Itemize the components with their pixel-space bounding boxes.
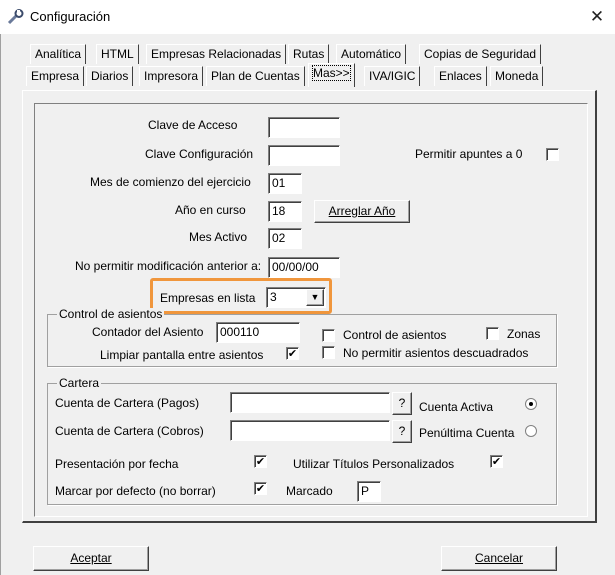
tab-empresas-relacionadas[interactable]: Empresas Relacionadas	[146, 44, 287, 64]
control-asientos-label: Control de asientos	[343, 328, 447, 342]
tab-label: Mas>>	[312, 65, 351, 81]
arreglar-anio-label: Arreglar Año	[328, 204, 396, 218]
tab-label: Analítica	[35, 47, 82, 61]
cuenta-activa-label: Cuenta Activa	[419, 400, 494, 414]
cancelar-button[interactable]: Cancelar	[441, 546, 557, 571]
tab-copias-seguridad[interactable]: Copias de Seguridad	[419, 44, 542, 64]
marcar-checkbox[interactable]: ✔	[254, 482, 267, 495]
contador-label: Contador del Asiento	[92, 325, 204, 339]
tab-impresora[interactable]: Impresora	[139, 66, 204, 86]
descuadrados-label: No permitir asientos descuadrados	[343, 346, 529, 360]
tab-label: Impresora	[144, 69, 199, 83]
titulos-checkbox[interactable]: ✔	[490, 455, 503, 468]
zonas-label: Zonas	[507, 327, 541, 341]
mes-activo-label: Mes Activo	[189, 230, 248, 244]
tab-automatico[interactable]: Automático	[336, 44, 407, 64]
arreglar-anio-button[interactable]: Arreglar Año	[314, 200, 410, 223]
cobros-label: Cuenta de Cartera (Cobros)	[55, 424, 204, 438]
tab-label: HTML	[101, 47, 134, 61]
tab-label: Copias de Seguridad	[424, 47, 537, 61]
chevron-down-icon[interactable]: ▼	[306, 289, 324, 306]
no-modificacion-label: No permitir modificación anterior a:	[75, 259, 262, 273]
control-asientos-checkbox[interactable]	[322, 329, 335, 342]
penultima-radio[interactable]	[525, 425, 537, 437]
fecha-checkbox[interactable]: ✔	[254, 455, 267, 468]
marcado-label: Marcado	[286, 484, 333, 498]
anio-curso-input[interactable]: 18	[268, 201, 302, 222]
tab-rutas[interactable]: Rutas	[288, 44, 330, 64]
titulos-label: Utilizar Títulos Personalizados	[293, 457, 455, 471]
mes-comienzo-label: Mes de comienzo del ejercicio	[90, 175, 251, 189]
tab-label: Automático	[341, 47, 402, 61]
permitir-cero-checkbox[interactable]	[546, 148, 559, 161]
limpiar-checkbox[interactable]: ✔	[286, 347, 299, 360]
descuadrados-checkbox[interactable]	[322, 346, 335, 359]
tab-label: Plan de Cuentas	[211, 69, 300, 83]
clave-config-input[interactable]	[268, 145, 340, 166]
clave-config-label: Clave Configuración	[145, 147, 254, 161]
cobros-input[interactable]	[230, 420, 390, 441]
tab-plan-de-cuentas[interactable]: Plan de Cuentas	[206, 66, 305, 86]
tab-label: Empresas Relacionadas	[151, 47, 282, 61]
aceptar-label: Aceptar	[70, 551, 112, 565]
tab-analitica[interactable]: Analítica	[30, 44, 87, 64]
tab-label: Rutas	[293, 47, 325, 61]
tab-label: Moneda	[495, 69, 539, 83]
anio-curso-label: Año en curso	[175, 203, 246, 217]
tab-empresa[interactable]: Empresa	[26, 66, 85, 86]
tab-label: Empresa	[31, 69, 80, 83]
cuenta-activa-radio[interactable]	[525, 398, 537, 410]
mes-activo-input[interactable]: 02	[268, 228, 302, 249]
mes-comienzo-input[interactable]: 01	[268, 173, 302, 194]
marcar-label: Marcar por defecto (no borrar)	[55, 484, 216, 498]
control-asientos-title: Control de asientos	[57, 307, 165, 321]
tab-label: Diarios	[91, 69, 129, 83]
empresas-lista-label: Empresas en lista	[160, 291, 256, 305]
tab-html[interactable]: HTML	[96, 44, 139, 64]
wrench-icon	[7, 9, 25, 25]
limpiar-label: Limpiar pantalla entre asientos	[100, 348, 264, 362]
zonas-checkbox[interactable]	[486, 327, 499, 340]
marcado-input[interactable]: P	[357, 481, 381, 502]
pagos-lookup-button[interactable]: ?	[392, 392, 412, 415]
tab-diarios[interactable]: Diarios	[86, 66, 134, 86]
cobros-lookup-button[interactable]: ?	[392, 420, 412, 443]
close-icon[interactable]: ✕	[580, 3, 614, 31]
tab-label: IVA/IGIC	[369, 69, 416, 83]
tab-moneda[interactable]: Moneda	[490, 66, 544, 86]
tab-mas[interactable]: Mas>>	[308, 63, 355, 87]
fecha-label: Presentación por fecha	[55, 457, 179, 471]
aceptar-button[interactable]: Aceptar	[33, 546, 149, 571]
tab-enlaces[interactable]: Enlaces	[434, 66, 487, 86]
tab-iva-igic[interactable]: IVA/IGIC	[364, 66, 421, 86]
tab-label: Enlaces	[439, 69, 482, 83]
cancelar-label: Cancelar	[474, 551, 524, 565]
contador-input[interactable]: 000110	[216, 322, 300, 343]
permitir-cero-label: Permitir apuntes a 0	[415, 147, 523, 161]
window-title: Configuración	[30, 9, 111, 24]
pagos-label: Cuenta de Cartera (Pagos)	[55, 396, 200, 410]
clave-acceso-input[interactable]	[268, 117, 340, 138]
pagos-input[interactable]	[230, 392, 390, 413]
empresas-lista-value: 3	[270, 290, 277, 304]
no-modificacion-input[interactable]: 00/00/00	[268, 257, 340, 278]
cartera-title: Cartera	[57, 376, 102, 390]
penultima-label: Penúltima Cuenta	[419, 426, 515, 440]
clave-acceso-label: Clave de Acceso	[148, 118, 238, 132]
